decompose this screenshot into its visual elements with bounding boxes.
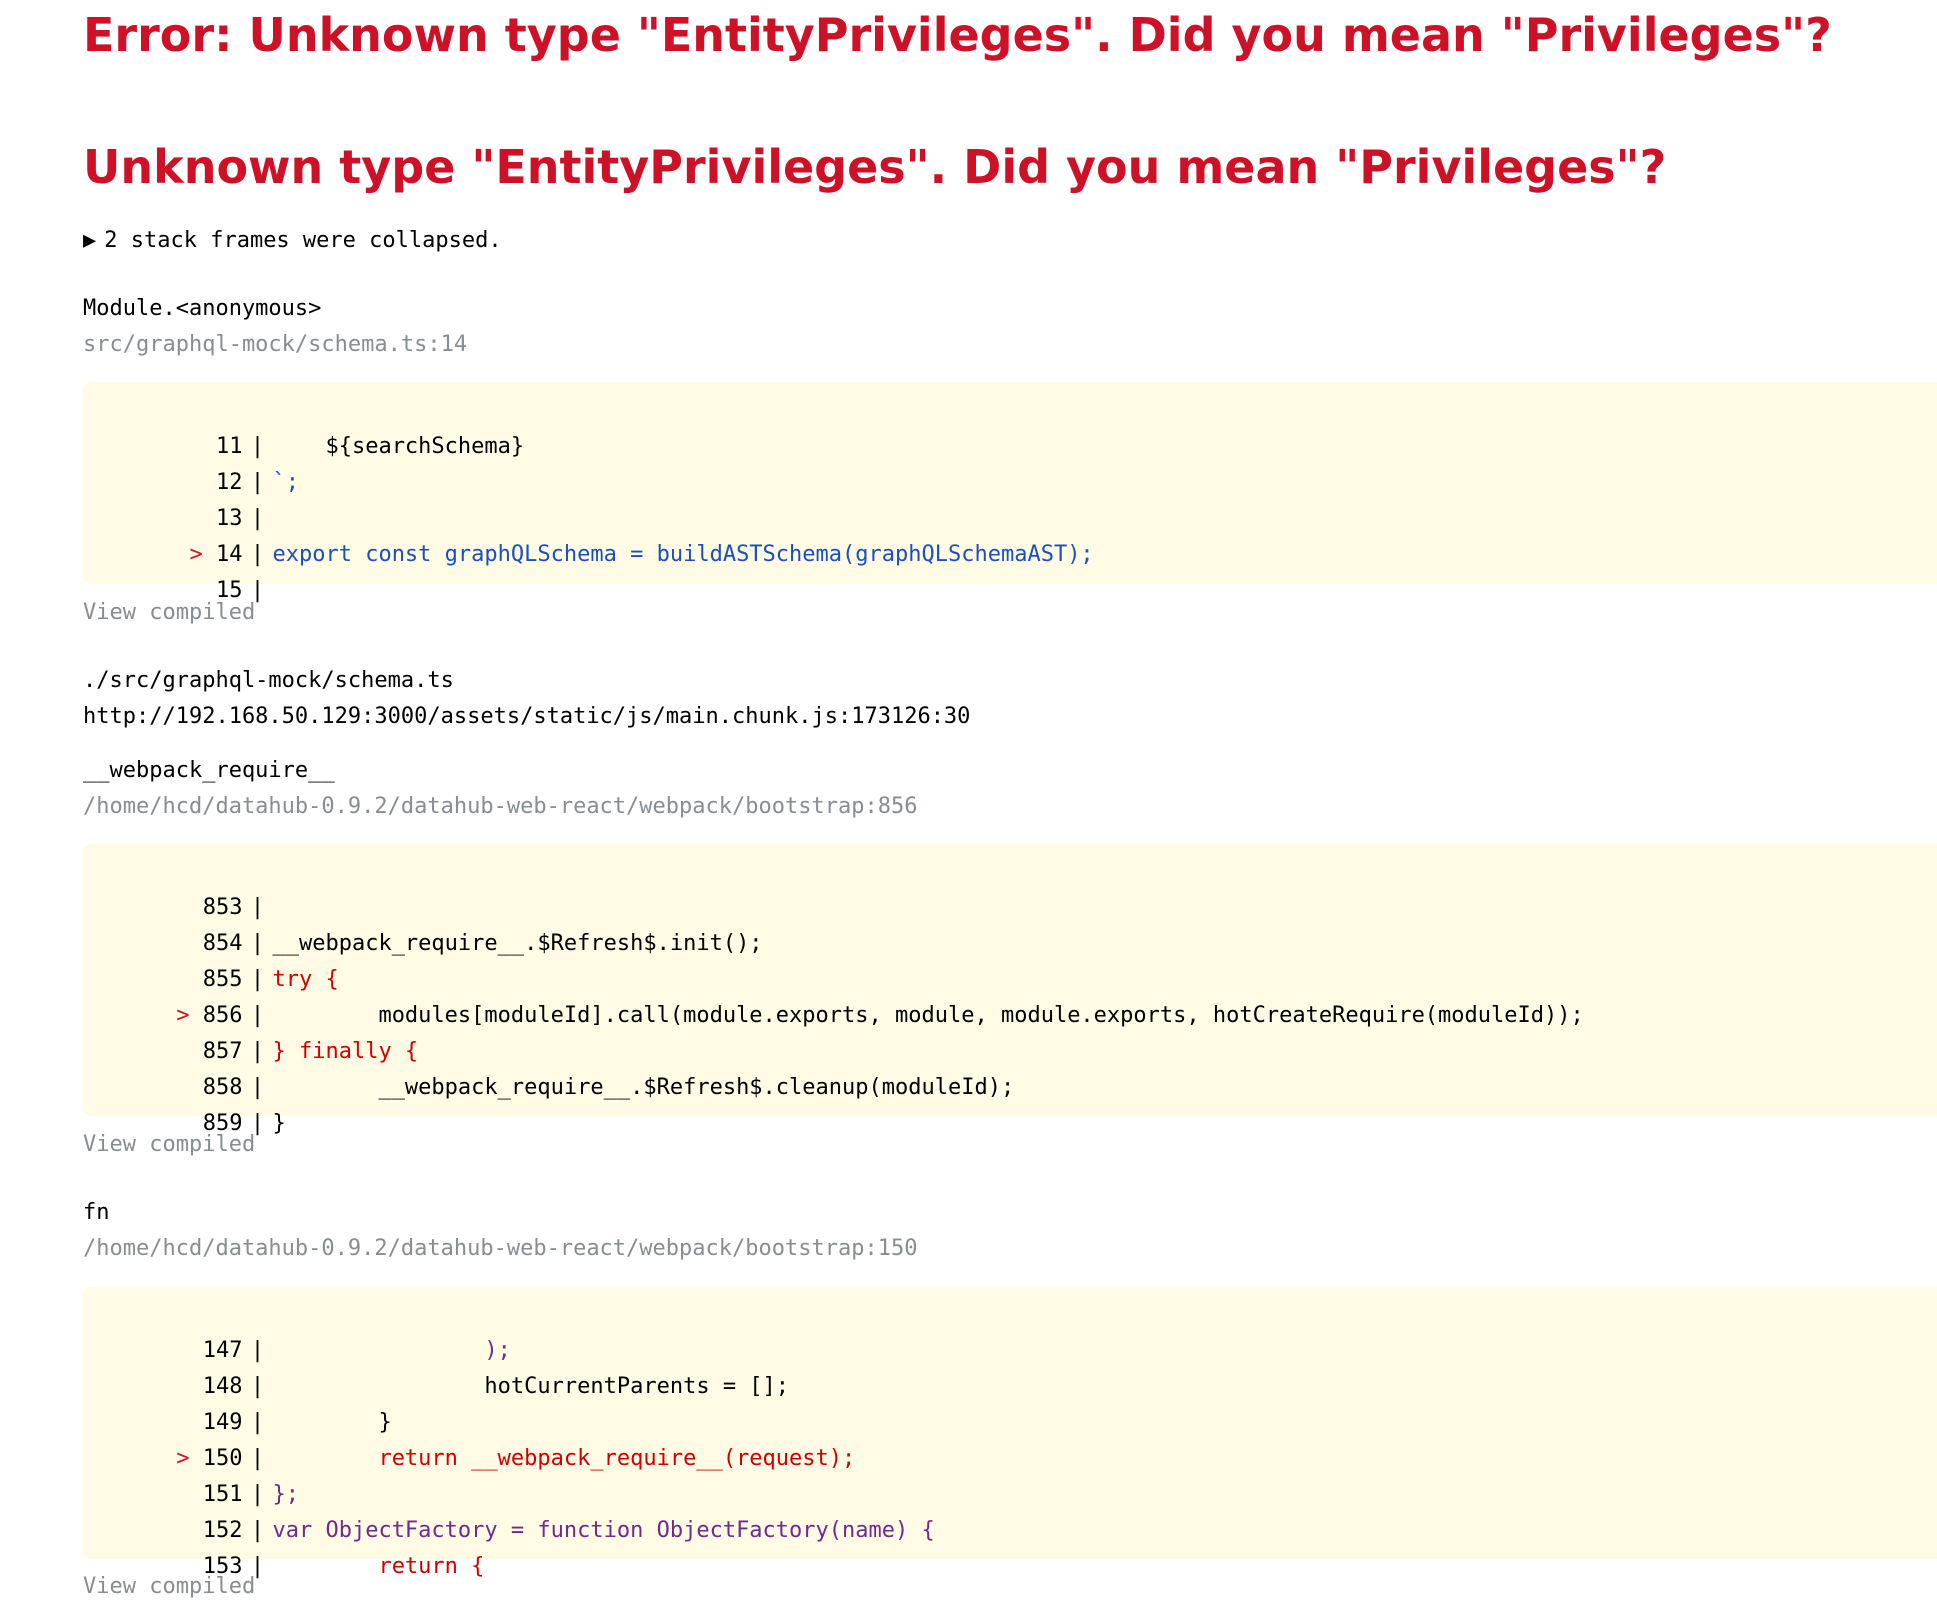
error-message: Unknown type "EntityPrivileges". Did you…	[83, 140, 1667, 194]
code-line: 854 | __webpack_require__.$Refresh$.init()…	[83, 890, 763, 956]
triangle-right-icon: ▶	[83, 228, 97, 253]
code-line: 859 |}	[83, 1070, 286, 1136]
frame-function-name: ./src/graphql-mock/schema.ts	[83, 668, 454, 693]
code-line: 857 |} finally {	[83, 998, 418, 1064]
code-line: 152 | var ObjectFactory = function ObjectF…	[83, 1477, 935, 1543]
error-title: Error: Unknown type "EntityPrivileges". …	[83, 8, 1832, 62]
code-line-highlighted: > 150 | return __webpack_require__(reques…	[83, 1405, 855, 1471]
view-compiled-link[interactable]: View compiled	[83, 1574, 255, 1599]
code-text: `;	[272, 470, 299, 495]
frame-file-location[interactable]: src/graphql-mock/schema.ts:14	[83, 332, 467, 357]
view-compiled-link[interactable]: View compiled	[83, 600, 255, 625]
code-line: 12 | `;	[83, 429, 299, 495]
code-text: return {	[272, 1554, 485, 1579]
code-text: ${searchSchema}	[272, 434, 525, 459]
code-text: __webpack_require__.$Refresh$.init();	[272, 931, 763, 956]
code-snippet: 11 | ${searchSchema} 12 | `; 13 | > 14 | expor…	[83, 382, 1937, 603]
code-line-highlighted: > 856 | modules[moduleId].call(module.exp…	[83, 962, 1584, 1028]
code-text: modules[moduleId].call(module.exports, m…	[272, 1003, 1584, 1028]
code-line: 855 | try {	[83, 926, 339, 992]
frame-function-name: __webpack_require__	[83, 758, 335, 783]
code-line: 11 | ${searchSchema}	[83, 393, 524, 459]
code-line: 853 |	[83, 854, 272, 920]
code-snippet: 147 | ); 148 | hotCurrentParents = []; 149…	[83, 1287, 1937, 1579]
frame-function-name: fn	[83, 1200, 110, 1225]
code-line: 153 | return {	[83, 1513, 485, 1579]
code-line: 151 |};	[83, 1441, 299, 1507]
code-line: 13 |	[83, 465, 272, 531]
code-text: }	[272, 1111, 286, 1136]
code-line: 858 | __webpack_require__.$Refresh$.clean…	[83, 1034, 1014, 1100]
code-text: return __webpack_require__(request);	[272, 1446, 856, 1471]
code-line: 15 |	[83, 537, 272, 603]
code-line: 149 | }	[83, 1369, 392, 1435]
code-text: __webpack_require__.$Refresh$.cleanup(mo…	[272, 1075, 1015, 1100]
view-compiled-link[interactable]: View compiled	[83, 1132, 255, 1157]
code-line-highlighted: > 14 | export const graphQLSchema = buildA…	[83, 501, 1093, 567]
collapsed-frames-toggle[interactable]: ▶ 2 stack frames were collapsed.	[83, 228, 502, 253]
frame-file-location[interactable]: http://192.168.50.129:3000/assets/static…	[83, 704, 970, 729]
frame-file-location[interactable]: /home/hcd/datahub-0.9.2/datahub-web-reac…	[83, 1236, 917, 1261]
collapsed-frames-text: 2 stack frames were collapsed.	[104, 228, 502, 253]
frame-function-name: Module.<anonymous>	[83, 296, 322, 321]
code-line: 148 | hotCurrentParents = [];	[83, 1333, 789, 1399]
code-snippet: 853 | 854 | __webpack_require__.$Refresh$.i…	[83, 844, 1937, 1136]
code-line: 147 | );	[83, 1297, 511, 1363]
frame-file-location[interactable]: /home/hcd/datahub-0.9.2/datahub-web-reac…	[83, 794, 917, 819]
code-text: export const graphQLSchema = buildASTSch…	[272, 542, 1094, 567]
